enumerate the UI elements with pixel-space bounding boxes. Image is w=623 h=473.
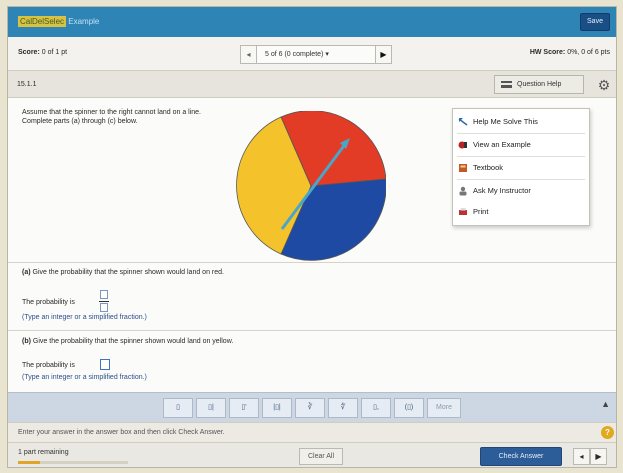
question-number: 15.1.1 <box>17 81 37 88</box>
collapse-toolbar-icon[interactable]: ▲ <box>601 399 610 409</box>
mixed-number-tool-button[interactable]: ▯| <box>196 398 226 418</box>
part-a-denominator-input[interactable] <box>100 303 108 312</box>
subscript-tool-button[interactable]: ▯, <box>361 398 391 418</box>
help-icon[interactable]: ? <box>601 426 614 439</box>
divider <box>8 330 616 331</box>
menu-item-label: Textbook <box>473 163 504 172</box>
question-nav: ◂ ▶ <box>573 448 607 465</box>
ask-instructor-icon <box>459 186 467 196</box>
menu-item-label: View an Example <box>473 140 531 149</box>
menu-item-label: Ask My Instructor <box>473 186 531 195</box>
assignment-title: CalDelSelec Example <box>18 16 100 27</box>
check-answer-button[interactable]: Check Answer <box>480 447 562 466</box>
question-help-label: Question Help <box>517 81 562 88</box>
question-prompt: Assume that the spinner to the right can… <box>22 109 202 125</box>
question-help-menu: Help Me Solve This View an Example Textb… <box>452 108 590 226</box>
menu-item-textbook[interactable]: Textbook <box>453 157 589 179</box>
instruction-bar: Enter your answer in the answer box and … <box>8 422 616 442</box>
part-a-tag: (a) <box>22 269 31 276</box>
list-icon <box>501 81 512 88</box>
part-a-answer-label: The probability is <box>22 299 75 306</box>
question-select[interactable]: 5 of 6 (0 complete) ▾ <box>257 45 375 64</box>
part-b-tag: (b) <box>22 338 31 345</box>
question-content: Assume that the spinner to the right can… <box>8 98 616 392</box>
menu-item-ask-instructor[interactable]: Ask My Instructor <box>453 180 589 202</box>
print-icon <box>459 208 467 215</box>
nth-root-tool-button[interactable]: ∜ <box>328 398 358 418</box>
fraction-bar <box>99 301 109 302</box>
part-a-question: (a) Give the probability that the spinne… <box>22 269 224 276</box>
app-window: CalDelSelec Example Save Score: 0 of 1 p… <box>7 6 617 468</box>
instruction-text: Enter your answer in the answer box and … <box>18 429 225 436</box>
menu-item-help-me-solve[interactable]: Help Me Solve This <box>453 111 589 133</box>
fraction-tool-button[interactable]: ▯ <box>163 398 193 418</box>
clear-all-button[interactable]: Clear All <box>299 448 343 465</box>
question-pager: ◂ 5 of 6 (0 complete) ▾ ▶ <box>240 45 392 64</box>
menu-item-label: Help Me Solve This <box>473 117 538 126</box>
spinner-image <box>236 111 386 261</box>
part-b-answer-label: The probability is <box>22 362 75 369</box>
part-a-text: Give the probability that the spinner sh… <box>32 269 224 276</box>
cube-root-tool-button[interactable]: ∛ <box>295 398 325 418</box>
menu-item-view-example[interactable]: View an Example <box>453 134 589 156</box>
progress-fill <box>18 461 40 464</box>
score: Score: 0 of 1 pt <box>18 49 67 56</box>
parentheses-tool-button[interactable]: (▯) <box>394 398 424 418</box>
part-b-hint: (Type an integer or a simplified fractio… <box>22 374 147 381</box>
title-bar: CalDelSelec Example Save <box>8 7 616 37</box>
gear-icon[interactable]: ⚙ <box>596 77 612 93</box>
hw-score: HW Score: 0%, 0 of 6 pts <box>530 49 610 56</box>
footer-bar: 1 part remaining Clear All Check Answer … <box>8 442 616 467</box>
part-b-question: (b) Give the probability that the spinne… <box>22 338 233 345</box>
part-b-text: Give the probability that the spinner sh… <box>32 338 234 345</box>
example-icon <box>458 141 467 149</box>
textbook-icon <box>459 164 467 172</box>
hw-score-value: 0%, 0 of 6 pts <box>567 49 610 56</box>
part-b-answer-input[interactable] <box>100 359 110 370</box>
score-bar: Score: 0 of 1 pt ◂ 5 of 6 (0 complete) ▾… <box>8 37 616 71</box>
part-a-numerator-input[interactable] <box>100 290 108 299</box>
title-rest: Example <box>66 17 100 26</box>
menu-item-label: Print <box>473 207 489 216</box>
previous-button[interactable]: ◂ <box>573 448 590 465</box>
part-a-hint: (Type an integer or a simplified fractio… <box>22 314 147 321</box>
save-button[interactable]: Save <box>580 13 610 31</box>
progress-bar <box>18 461 128 464</box>
more-tools-button[interactable]: More <box>427 398 461 418</box>
question-help-button[interactable]: Question Help <box>494 75 584 94</box>
question-select-text: 5 of 6 (0 complete) <box>265 51 324 58</box>
parts-remaining: 1 part remaining <box>18 449 69 456</box>
help-me-solve-icon <box>458 118 468 126</box>
next-question-button[interactable]: ▶ <box>375 45 392 64</box>
exponent-tool-button[interactable]: ▯' <box>229 398 259 418</box>
previous-question-button[interactable]: ◂ <box>240 45 257 64</box>
score-value: 0 of 1 pt <box>41 49 68 56</box>
absolute-value-tool-button[interactable]: |▯| <box>262 398 292 418</box>
math-toolbar: ▯ ▯| ▯' |▯| ∛ ∜ ▯, (▯) More ▲ <box>8 392 616 422</box>
menu-item-print[interactable]: Print <box>453 201 589 223</box>
math-tools: ▯ ▯| ▯' |▯| ∛ ∜ ▯, (▯) More <box>163 398 461 418</box>
score-label: Score: <box>18 49 40 56</box>
divider <box>8 262 616 263</box>
chevron-down-icon: ▾ <box>325 51 329 58</box>
next-button[interactable]: ▶ <box>590 448 607 465</box>
title-highlight: CalDelSelec <box>18 16 67 27</box>
hw-score-label: HW Score: <box>529 49 566 56</box>
question-bar: 15.1.1 Question Help ⚙ <box>8 71 616 98</box>
